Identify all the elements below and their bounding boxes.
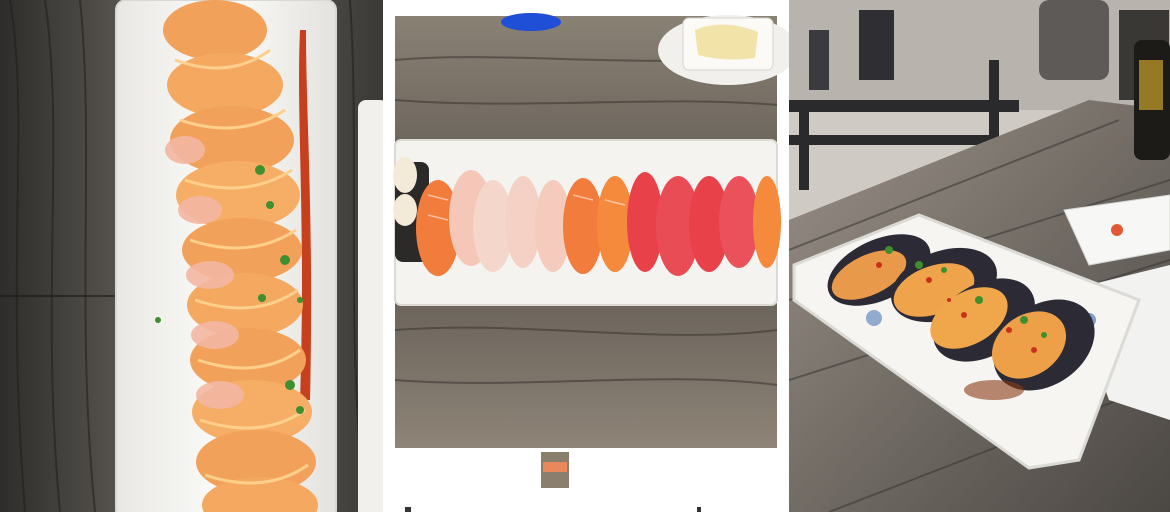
photo-nigiri <box>383 0 789 512</box>
nigiri-illustration <box>393 13 789 512</box>
baked-mussels-illustration <box>789 0 1170 512</box>
blue-lid <box>501 13 561 31</box>
pickled-ginger <box>695 24 758 60</box>
second-plate-edge <box>358 100 383 512</box>
sushi-roll-illustration <box>0 0 383 512</box>
photo-baked-mussels <box>789 0 1170 512</box>
photo-sushi-roll <box>0 0 383 512</box>
